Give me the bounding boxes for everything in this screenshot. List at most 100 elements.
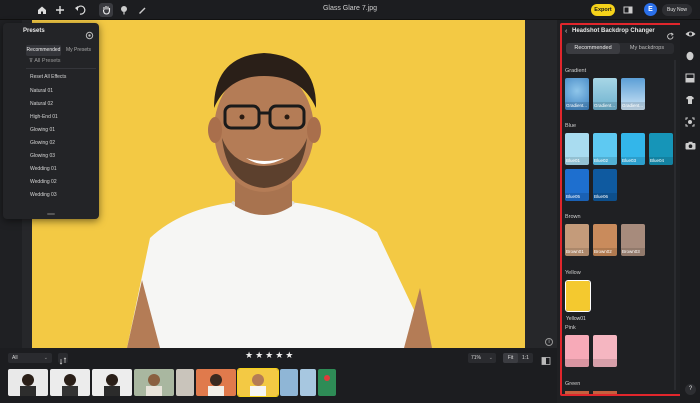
preset-item[interactable]: Wedding 03 [30, 192, 57, 198]
zoom-select[interactable]: 71% ⌄ [468, 353, 496, 363]
export-button[interactable]: Export [591, 4, 615, 16]
filter-label: All Presets [34, 58, 61, 64]
head-icon[interactable] [683, 49, 697, 63]
thumbnail[interactable] [8, 369, 48, 396]
backdrop-swatch[interactable]: Gradient... [621, 78, 645, 110]
portrait-photo[interactable] [32, 20, 525, 348]
thumbnail[interactable] [196, 369, 236, 396]
face-detect-icon[interactable] [683, 115, 697, 129]
swatch-label [593, 359, 617, 367]
thumbnail[interactable] [318, 369, 336, 396]
preset-item[interactable]: High-End 01 [30, 114, 58, 120]
backdrop-swatch[interactable] [593, 335, 617, 367]
swatch-label: Blue03 [621, 157, 645, 165]
tab-my-presets[interactable]: My Presets [61, 45, 96, 56]
tab-my-backdrops[interactable]: My backdrops [620, 43, 674, 54]
preset-item[interactable]: Natural 02 [30, 101, 53, 107]
buy-now-button[interactable]: Buy Now [662, 4, 692, 16]
section-label-green: Green [565, 381, 581, 387]
shirt-icon[interactable] [683, 93, 697, 107]
tab-recommended[interactable]: Recommended [26, 45, 61, 56]
section-label-pink: Pink [565, 325, 576, 331]
panel-toggle-icon[interactable] [621, 3, 635, 17]
help-icon[interactable]: ? [685, 384, 696, 395]
presets-panel: Presets Recommended My Presets ⊽ All Pre… [3, 23, 99, 219]
thumbnail[interactable] [134, 369, 174, 396]
backdrop-swatch[interactable]: Gradient... [565, 78, 589, 110]
info-icon[interactable]: i [545, 338, 553, 346]
backdrop-swatch[interactable]: Blue02 [593, 133, 617, 165]
swatch-label: Brown01 [565, 248, 589, 256]
eye-icon[interactable] [683, 27, 697, 41]
fit-button[interactable]: Fit [503, 353, 518, 363]
settings-gear-icon[interactable] [85, 27, 94, 40]
top-bar: Glass Glare 7.jpg Export E Buy Now [0, 0, 700, 20]
thumbnail[interactable] [300, 369, 316, 396]
backdrop-swatch[interactable]: Blue01 [565, 133, 589, 165]
filter-select-value: All [12, 355, 18, 361]
preset-item[interactable]: Glowing 03 [30, 153, 55, 159]
preset-item[interactable]: Natural 01 [30, 88, 53, 94]
backdrop-swatch[interactable]: Blue03 [621, 133, 645, 165]
swatch-label [565, 359, 589, 367]
backdrop-swatch[interactable]: Blue04 [649, 133, 673, 165]
backdrop-swatch[interactable] [593, 391, 617, 394]
back-chevron-icon[interactable]: ‹ [565, 28, 567, 35]
swatch-label: Blue01 [565, 157, 589, 165]
zoom-value: 71% [471, 355, 482, 361]
preset-item[interactable]: Reset All Effects [30, 74, 66, 80]
sort-icon[interactable] [58, 353, 68, 365]
thumbnail[interactable] [50, 369, 90, 396]
thumbnail-selected[interactable] [237, 368, 279, 397]
preset-item[interactable]: Glowing 01 [30, 127, 55, 133]
filter-all-presets[interactable]: ⊽ All Presets [29, 58, 61, 64]
one-to-one-button[interactable]: 1:1 [518, 353, 533, 363]
swatch-label: Brown02 [593, 248, 617, 256]
thumbnail[interactable] [176, 369, 194, 396]
swatch-label: Brown03 [621, 248, 645, 256]
backdrop-swatch[interactable]: Brown03 [621, 224, 645, 256]
section-label-blue: Blue [565, 123, 577, 129]
compare-icon[interactable] [541, 353, 551, 365]
swatch-label: Blue05 [565, 193, 589, 201]
background-icon[interactable] [683, 71, 697, 85]
backdrop-swatch[interactable]: Brown01 [565, 224, 589, 256]
presets-tabs: Recommended My Presets [26, 45, 96, 56]
section-label-gradient: Gradient [565, 68, 587, 74]
panel-title: Headshot Backdrop Changer [572, 28, 655, 34]
swatch-label: Blue06 [593, 193, 617, 201]
resize-handle[interactable] [47, 213, 55, 215]
swatch-label: Gradient... [593, 102, 617, 110]
backdrop-swatch[interactable]: Blue05 [565, 169, 589, 201]
reset-icon[interactable] [666, 28, 675, 40]
thumbnail[interactable] [92, 369, 132, 396]
zoom-mode-toggle: Fit 1:1 [503, 353, 533, 363]
chevron-down-icon: ⌄ [488, 355, 493, 361]
scrollbar[interactable] [674, 60, 676, 390]
backdrop-swatch-selected[interactable] [565, 280, 591, 312]
thumbnail[interactable] [280, 369, 298, 396]
swatch-label: Gradient... [565, 102, 589, 110]
backdrop-swatch[interactable] [565, 391, 589, 394]
swatch-label: Yellow01 [566, 316, 586, 322]
section-label-yellow: Yellow [565, 270, 581, 276]
rating-stars[interactable]: ★★★★★ [245, 350, 295, 361]
user-avatar[interactable]: E [644, 3, 657, 16]
section-label-brown: Brown [565, 214, 581, 220]
swatch-label: Blue02 [593, 157, 617, 165]
tab-recommended[interactable]: Recommended [566, 43, 620, 54]
preset-item[interactable]: Wedding 02 [30, 179, 57, 185]
backdrop-tabs: Recommended My backdrops [566, 43, 674, 54]
presets-title: Presets [23, 28, 45, 34]
backdrop-swatch[interactable]: Blue06 [593, 169, 617, 201]
divider [26, 68, 96, 69]
swatch-label: Gradient... [621, 102, 645, 110]
preset-item[interactable]: Wedding 01 [30, 166, 57, 172]
preset-item[interactable]: Glowing 02 [30, 140, 55, 146]
camera-icon[interactable] [683, 138, 697, 152]
backdrop-swatch[interactable]: Brown02 [593, 224, 617, 256]
chevron-down-icon: ⌄ [43, 355, 48, 361]
filter-select[interactable]: All ⌄ [8, 353, 52, 363]
backdrop-swatch[interactable] [565, 335, 589, 367]
backdrop-swatch[interactable]: Gradient... [593, 78, 617, 110]
